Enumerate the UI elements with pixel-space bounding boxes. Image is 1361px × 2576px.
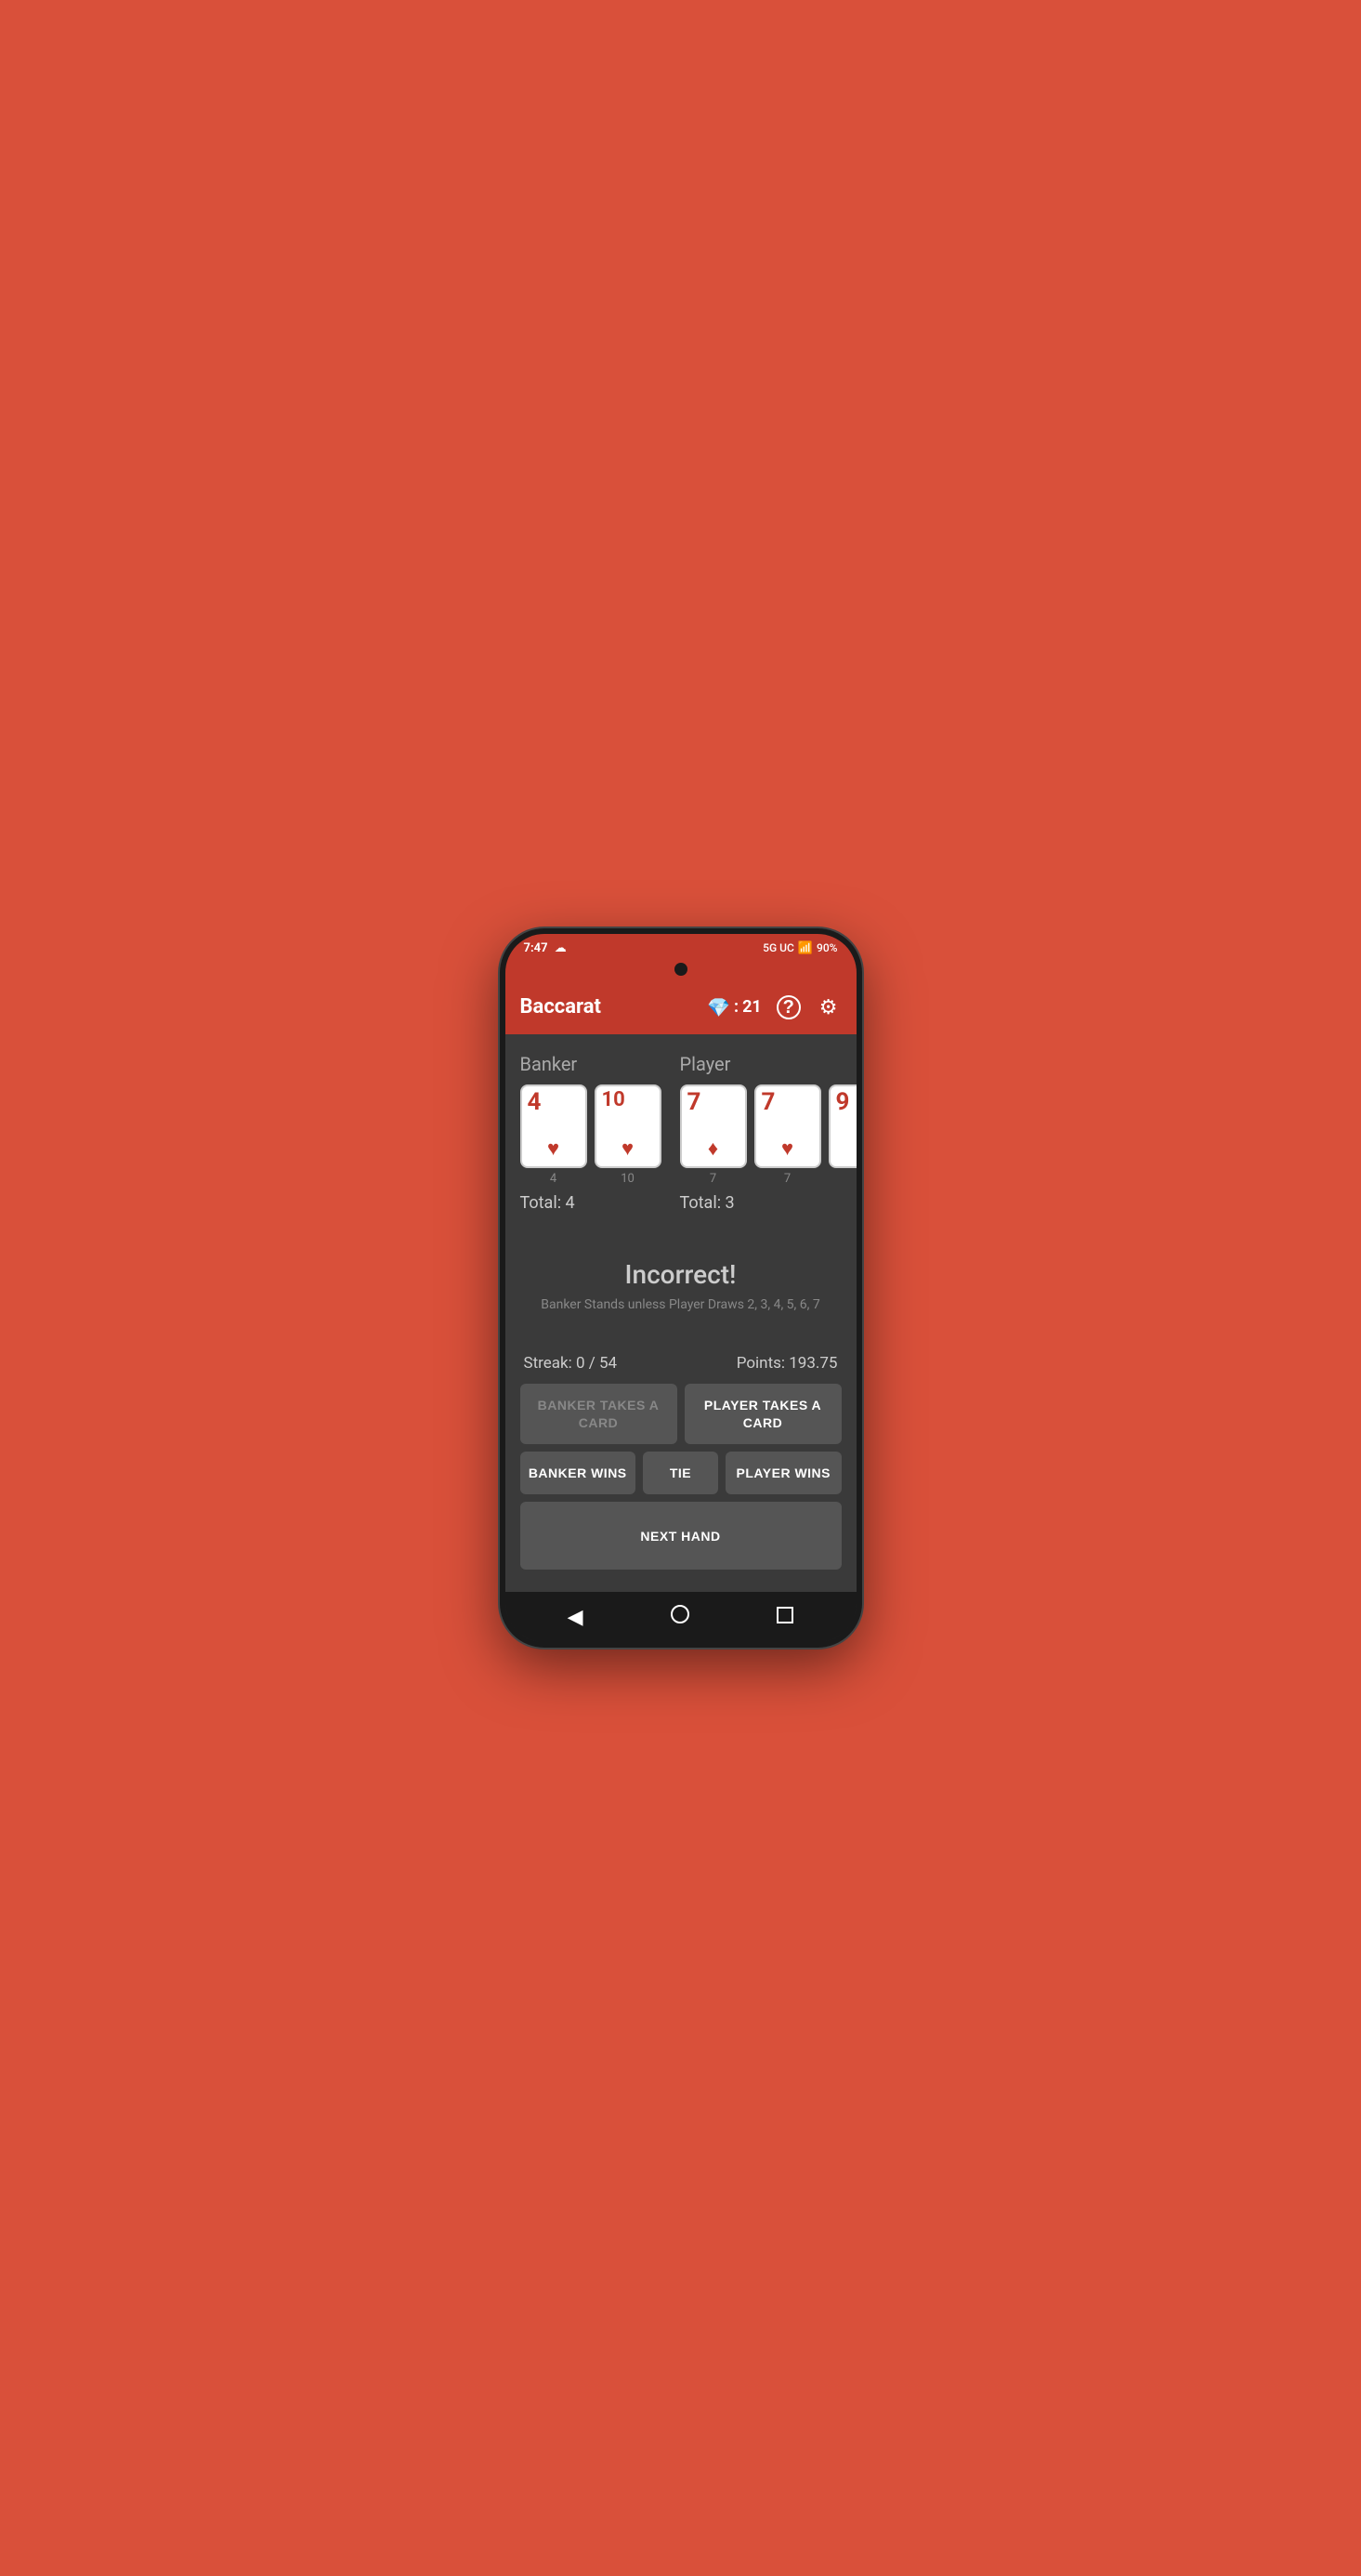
player-card-0-suit: ♦ [708, 1137, 718, 1161]
main-content: Banker 4 ♥ 4 10 ♥ 10 [505, 1034, 857, 1592]
next-hand-button[interactable]: NEXT HAND [520, 1502, 842, 1570]
back-button[interactable]: ◀ [568, 1605, 583, 1629]
gear-icon: ⚙ [819, 995, 838, 1019]
banker-hand: Banker 4 ♥ 4 10 ♥ 10 [520, 1053, 661, 1213]
home-circle-icon [671, 1605, 689, 1623]
player-card-2-suit: ♥ [856, 1137, 862, 1161]
banker-card-0-label: 4 [520, 1172, 587, 1186]
message-area: Incorrect! Banker Stands unless Player D… [520, 1228, 842, 1343]
banker-wins-button[interactable]: BANKER WINS [520, 1452, 635, 1494]
banker-card-1-value: 10 [602, 1090, 625, 1111]
points-stat: Points: 193.75 [737, 1354, 838, 1373]
cards-area: Banker 4 ♥ 4 10 ♥ 10 [520, 1053, 842, 1213]
player-card-0-value: 7 [687, 1090, 701, 1114]
banker-card-0: 4 ♥ 4 [520, 1084, 587, 1186]
player-total: Total: 3 [680, 1193, 862, 1213]
score-separator: : [734, 997, 739, 1017]
signal-text: 5G UC [763, 941, 794, 954]
home-button[interactable] [671, 1605, 689, 1629]
cloud-icon: ☁ [555, 941, 567, 955]
status-bar: 7:47 ☁ 5G UC 📶 90% [505, 934, 857, 963]
player-card-2-value: 9 [836, 1090, 850, 1114]
player-card-1-suit: ♥ [781, 1137, 793, 1161]
result-heading: Incorrect! [625, 1259, 737, 1290]
camera-dot [674, 963, 687, 976]
recent-button[interactable] [777, 1605, 793, 1629]
take-card-row: BANKER TAKES A CARD PLAYER TAKES A CARD [520, 1384, 842, 1443]
signal-icon: 📶 [798, 941, 813, 955]
app-title: Baccarat [520, 995, 601, 1019]
nav-bar: ◀ [505, 1592, 857, 1642]
settings-button[interactable]: ⚙ [816, 992, 842, 1023]
tie-button[interactable]: TIE [643, 1452, 718, 1494]
banker-label: Banker [520, 1053, 661, 1075]
recent-square-icon [777, 1607, 793, 1623]
player-card-0-label: 7 [680, 1172, 747, 1186]
player-takes-card-button[interactable]: PLAYER TAKES A CARD [685, 1384, 842, 1443]
player-card-1: 7 ♥ 7 [754, 1084, 821, 1186]
player-label: Player [680, 1053, 862, 1075]
banker-cards-row: 4 ♥ 4 10 ♥ 10 [520, 1084, 661, 1186]
app-bar: Baccarat 💎 : 21 ? ⚙ [505, 979, 857, 1035]
banker-card-1-suit: ♥ [622, 1137, 634, 1161]
diamond-icon: 💎 [707, 996, 730, 1019]
banker-card-0-suit: ♥ [547, 1137, 559, 1161]
streak-stat: Streak: 0 / 54 [524, 1354, 618, 1373]
banker-total: Total: 4 [520, 1193, 661, 1213]
result-rule: Banker Stands unless Player Draws 2, 3, … [541, 1297, 819, 1312]
banker-card-1-label: 10 [595, 1172, 661, 1186]
diamond-score: 💎 : 21 [707, 996, 762, 1019]
phone-frame: 7:47 ☁ 5G UC 📶 90% Baccarat 💎 : 21 ? ⚙ [500, 928, 862, 1649]
battery-icon: 90% [817, 941, 837, 954]
notch [505, 963, 857, 979]
status-time: 7:47 [524, 941, 548, 955]
player-card-0: 7 ♦ 7 [680, 1084, 747, 1186]
banker-takes-card-button[interactable]: BANKER TAKES A CARD [520, 1384, 677, 1443]
winner-row: BANKER WINS TIE PLAYER WINS [520, 1452, 842, 1494]
player-cards-row: 7 ♦ 7 7 ♥ 7 9 [680, 1084, 862, 1186]
player-wins-button[interactable]: PLAYER WINS [726, 1452, 841, 1494]
player-hand: Player 7 ♦ 7 7 ♥ 7 [680, 1053, 862, 1213]
score-value: 21 [742, 997, 762, 1017]
help-button[interactable]: ? [773, 991, 805, 1024]
player-card-1-label: 7 [754, 1172, 821, 1186]
help-icon: ? [777, 995, 801, 1019]
banker-card-0-value: 4 [528, 1090, 542, 1114]
banker-card-1: 10 ♥ 10 [595, 1084, 661, 1186]
stats-row: Streak: 0 / 54 Points: 193.75 [520, 1343, 842, 1384]
player-card-2-label: 9 [829, 1172, 862, 1186]
player-card-1-value: 7 [762, 1090, 776, 1114]
player-card-2: 9 ♥ 9 [829, 1084, 862, 1186]
